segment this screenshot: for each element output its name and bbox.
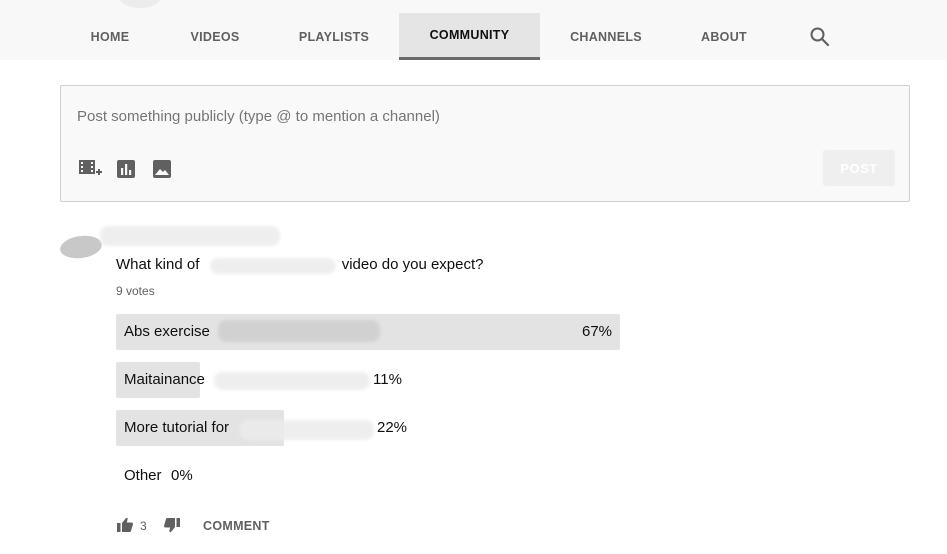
poll-option-percent: 67% — [582, 323, 613, 340]
redacted-author-name — [100, 226, 280, 246]
vote-count: 9 votes — [116, 284, 155, 298]
poll-option-label: Maitainance — [124, 371, 205, 388]
poll-question-start: What kind of — [116, 256, 200, 273]
poll-option[interactable]: Maitainance 11% — [116, 362, 620, 398]
redacted-text — [214, 372, 370, 390]
search-icon[interactable] — [808, 25, 832, 49]
poll-option-percent: 11% — [373, 371, 402, 388]
post-button[interactable]: POST — [823, 150, 895, 186]
add-video-icon[interactable] — [77, 158, 102, 180]
thumb-down-icon[interactable] — [163, 516, 181, 534]
poll-icon[interactable] — [115, 158, 137, 180]
composer-placeholder[interactable]: Post something publicly (type @ to menti… — [77, 108, 440, 125]
tab-about[interactable]: ABOUT — [684, 13, 764, 60]
poll-option-label: Abs exercise — [124, 323, 210, 340]
channel-avatar[interactable] — [120, 0, 160, 8]
poll-option-label: More tutorial for — [124, 419, 230, 436]
redacted-text — [218, 320, 380, 342]
thumb-up-icon[interactable] — [116, 516, 134, 534]
poll-option[interactable]: More tutorial for 22% — [116, 410, 620, 446]
channel-nav-bar: HOME VIDEOS PLAYLISTS COMMUNITY CHANNELS… — [0, 0, 947, 60]
tab-videos[interactable]: VIDEOS — [175, 13, 255, 60]
poll-option[interactable]: Other 0% — [116, 458, 620, 494]
poll-option-percent: 22% — [377, 419, 408, 436]
like-count: 3 — [140, 519, 147, 533]
poll-question-end: video do you expect? — [341, 256, 484, 273]
poll-option-percent: 0% — [171, 467, 193, 484]
tab-community[interactable]: COMMUNITY — [399, 13, 540, 60]
tab-channels[interactable]: CHANNELS — [560, 13, 652, 60]
author-avatar[interactable] — [58, 233, 104, 261]
redacted-text — [240, 420, 374, 440]
poll-option-label: Other — [124, 467, 162, 484]
redacted-question-word — [210, 258, 336, 274]
comment-button[interactable]: COMMENT — [203, 519, 270, 533]
image-icon[interactable] — [151, 158, 173, 180]
tab-playlists[interactable]: PLAYLISTS — [289, 13, 379, 60]
post-composer[interactable]: Post something publicly (type @ to menti… — [60, 85, 910, 202]
tab-home[interactable]: HOME — [70, 13, 150, 60]
poll-option[interactable]: Abs exercise 67% — [116, 314, 620, 350]
